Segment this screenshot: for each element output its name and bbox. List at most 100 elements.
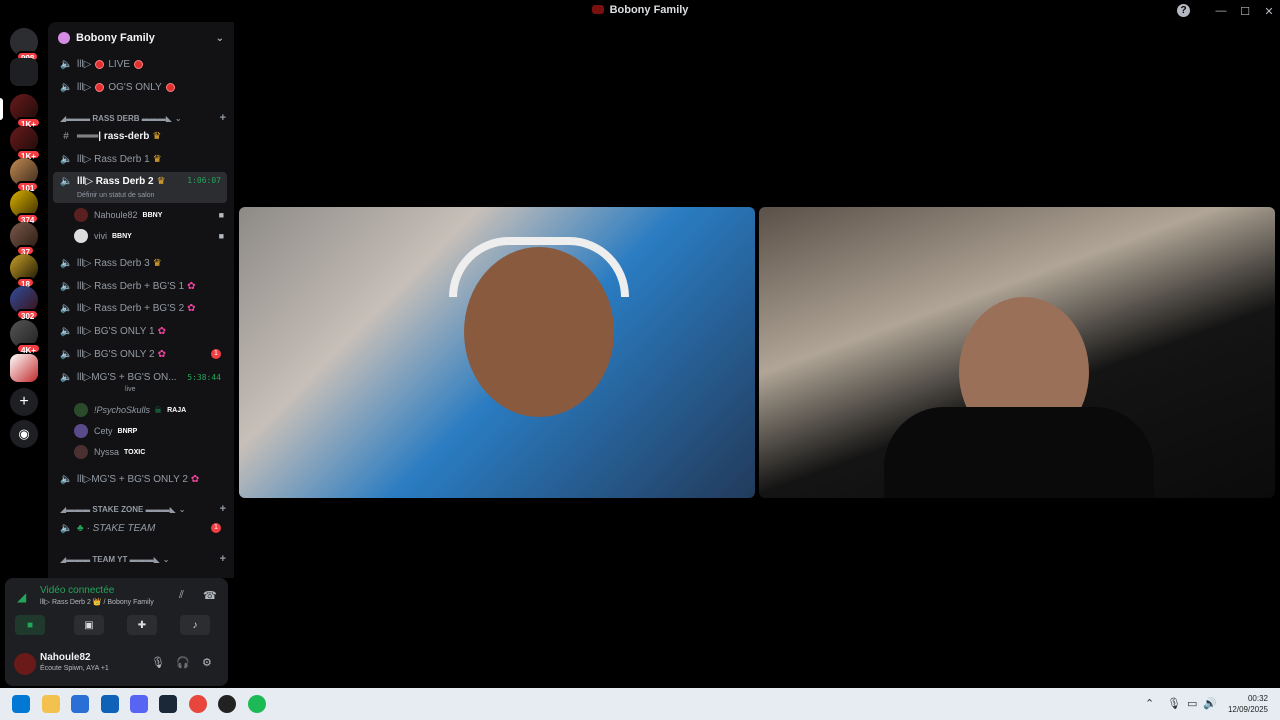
discover-icon[interactable]: ◉	[10, 420, 38, 448]
outlook-icon[interactable]	[101, 695, 119, 713]
app-icon[interactable]	[218, 695, 236, 713]
server-icon-5[interactable]: 37	[10, 222, 38, 257]
activity-button[interactable]: ✚	[127, 615, 157, 635]
speaker-icon: 🔈	[60, 302, 73, 314]
camera-icon: ■	[218, 231, 224, 241]
chrome-icon[interactable]	[189, 695, 207, 713]
network-icon[interactable]: ▭	[1187, 697, 1197, 710]
channel-rass-derb-bgs-2[interactable]: 🔈 lll▷ Rass Derb + BG'S 2 ✿	[53, 298, 227, 318]
red-circle-icon	[95, 59, 105, 69]
avatar	[74, 424, 88, 438]
voice-channel-link[interactable]: lll▷ Rass Derb 2 👑 / Bobony Family	[40, 598, 154, 606]
avatar[interactable]	[14, 653, 36, 675]
voice-user-cety[interactable]: Cety BNRP	[74, 421, 224, 441]
category-rass-derb[interactable]: ◢▬▬▬ RASS DERB ▬▬▬◣ ⌄ +	[60, 111, 226, 125]
server-icon-8[interactable]: 4K+	[10, 320, 41, 355]
steam-icon[interactable]	[159, 695, 177, 713]
flower-icon: ✿	[190, 473, 200, 485]
unread-badge: 1	[211, 523, 221, 533]
disconnect-icon[interactable]: ☎	[203, 589, 217, 602]
camera-icon: ■	[218, 210, 224, 220]
screen-share-icon: ▣	[84, 619, 94, 631]
voice-user-nyssa[interactable]: Nyssa TOXIC	[74, 442, 224, 462]
add-channel-icon[interactable]: +	[220, 112, 226, 124]
maximize-icon[interactable]: ☐	[1233, 0, 1257, 22]
minimize-icon[interactable]: —	[1209, 0, 1233, 22]
soundboard-icon: ♪	[192, 619, 198, 631]
voice-user-nahoule82[interactable]: Nahoule82 BBNY ■	[74, 205, 224, 225]
store-icon[interactable]	[71, 695, 89, 713]
server-icon-1[interactable]: 1K+	[10, 94, 41, 129]
channel-status-text[interactable]: live	[125, 386, 136, 393]
username[interactable]: Nahoule82	[40, 652, 91, 663]
voice-user-psychoskulls[interactable]: !PsychoSkulls ☠ RAJA	[74, 400, 224, 420]
speaker-icon: 🔈	[60, 325, 73, 337]
voice-user-vivi[interactable]: vivi BBNY ■	[74, 226, 224, 246]
speaker-icon: 🔈	[60, 257, 73, 269]
flower-icon: ✿	[187, 302, 196, 314]
channel-mgs-bgs-only-2[interactable]: 🔈 lll▷MG'S + BG'S ONLY 2 ✿	[53, 469, 227, 489]
category-team-yt[interactable]: ◢▬▬▬ TEAM YT ▬▬▬◣ ⌄ +	[60, 552, 226, 566]
category-stake-zone[interactable]: ◢▬▬▬ STAKE ZONE ▬▬▬◣ ⌄ +	[60, 502, 226, 516]
server-icon-3[interactable]: 101	[10, 158, 40, 193]
close-icon[interactable]: ✕	[1257, 0, 1280, 22]
help-icon[interactable]: ?	[1177, 4, 1190, 17]
chevron-up-icon[interactable]: ⌃	[1145, 697, 1154, 710]
file-explorer-icon[interactable]	[42, 695, 60, 713]
camera-button[interactable]: ■	[15, 615, 45, 635]
avatar	[74, 229, 88, 243]
flower-icon: ✿	[157, 348, 166, 360]
server-icon-7[interactable]: 302	[10, 286, 40, 321]
channel-bgs-only-1[interactable]: 🔈 lll▷ BG'S ONLY 1 ✿	[53, 321, 227, 341]
server-icon-6[interactable]: 18	[10, 254, 38, 289]
server-icon-4[interactable]: 374	[10, 190, 40, 225]
soundboard-button[interactable]: ♪	[180, 615, 210, 635]
speaker-icon: 🔈	[60, 522, 73, 534]
video-tile-1[interactable]	[239, 207, 755, 498]
gear-icon[interactable]: ⚙	[202, 656, 212, 669]
channel-sidebar: Bobony Family ⌄ 🔈 lll▷ LIVE 🔈 lll▷ OG'S ONLY …	[48, 22, 234, 578]
server-header[interactable]: Bobony Family ⌄	[48, 22, 234, 54]
chevron-down-icon: ⌄	[174, 113, 182, 123]
crown-icon: ♛	[152, 130, 162, 142]
add-channel-icon[interactable]: +	[220, 503, 226, 515]
speaker-icon: 🔈	[60, 348, 73, 360]
screen-share-button[interactable]: ▣	[74, 615, 104, 635]
server-icon-bobony[interactable]	[10, 354, 38, 382]
video-tile-2[interactable]	[759, 207, 1275, 498]
channel-bgs-only-2[interactable]: 🔈 lll▷ BG'S ONLY 2 ✿ 1	[53, 344, 227, 364]
channel-stake-team[interactable]: 🔈 ♣ · STAKE TEAM 1	[53, 518, 227, 538]
add-server-icon[interactable]: +	[10, 388, 38, 416]
channel-rass-derb[interactable]: # ═══| rass-derb ♛	[53, 126, 227, 146]
microphone-icon[interactable]: 🎙	[151, 656, 165, 669]
microphone-icon[interactable]: 🎙	[1167, 697, 1181, 710]
avatar	[74, 403, 88, 417]
title-bar: Bobony Family ? — ☐ ✕	[0, 0, 1280, 22]
channel-mgs-bgs-only[interactable]: 🔈 lll▷MG'S + BG'S ON... 5:38:44	[53, 367, 227, 387]
channel-status-text[interactable]: Définir un statut de salon	[77, 192, 154, 199]
crown-icon: ♛	[152, 153, 162, 165]
discord-icon[interactable]	[130, 695, 148, 713]
avatar	[74, 445, 88, 459]
server-icon-2[interactable]: 1K+	[10, 126, 41, 161]
headphones-icon[interactable]: 🎧	[176, 656, 190, 669]
inbox-button[interactable]	[10, 58, 38, 86]
crown-icon: ♛	[152, 257, 162, 269]
channel-rass-derb-1[interactable]: 🔈 lll▷ Rass Derb 1 ♛	[53, 149, 227, 169]
channel-rass-derb-3[interactable]: 🔈 lll▷ Rass Derb 3 ♛	[53, 253, 227, 273]
speaker-icon: 🔈	[60, 58, 73, 70]
channel-rass-derb-bgs-1[interactable]: 🔈 lll▷ Rass Derb + BG'S 1 ✿	[53, 276, 227, 296]
speaker-icon: 🔈	[60, 473, 73, 485]
clock[interactable]: 00:32 12/09/2025	[1228, 693, 1268, 715]
noise-suppression-icon[interactable]: ⫽	[179, 589, 184, 602]
voice-status[interactable]: Vidéo connectée	[40, 585, 114, 596]
spotify-icon[interactable]	[248, 695, 266, 713]
add-channel-icon[interactable]: +	[220, 553, 226, 565]
channel-og-only[interactable]: 🔈 lll▷ OG'S ONLY	[53, 77, 227, 97]
volume-icon[interactable]: 🔊	[1203, 697, 1217, 710]
windows-start-icon[interactable]	[12, 695, 30, 713]
chevron-down-icon: ⌄	[178, 504, 186, 514]
home-button[interactable]: 998	[10, 28, 40, 63]
speaker-icon: 🔈	[60, 371, 73, 383]
channel-live[interactable]: 🔈 lll▷ LIVE	[53, 54, 227, 74]
